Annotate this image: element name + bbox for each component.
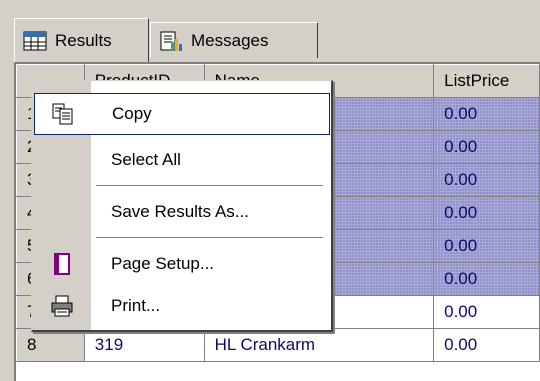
tab-bar: Results Messages [0,0,540,62]
tab-messages[interactable]: Messages [150,22,318,58]
cell-listprice[interactable]: 0.00 [433,97,540,131]
cell-listprice[interactable]: 0.00 [433,130,540,164]
column-header-listprice[interactable]: ListPrice [433,64,540,98]
messages-icon [159,30,183,52]
cell-listprice[interactable]: 0.00 [433,295,540,329]
cell-listprice[interactable]: 0.00 [433,262,540,296]
tab-results-label: Results [55,30,112,50]
menu-item-page-setup[interactable]: Page Setup... [34,243,330,285]
cell-listprice[interactable]: 0.00 [433,229,540,263]
page-setup-icon [34,244,90,284]
menu-separator [96,185,323,187]
results-pane: Results Messages ListPrice 0.00 0.00 0.0… [0,0,540,381]
context-menu: Copy Select All Save Results As... Page … [31,80,333,332]
cell-name[interactable]: HL Crankarm [204,328,435,362]
menu-item-select-all[interactable]: Select All [34,139,330,181]
row-header[interactable]: 8 [16,328,85,362]
tab-results[interactable]: Results [14,18,149,62]
grid-icon [23,30,47,52]
cell-listprice[interactable]: 0.00 [433,328,540,362]
menu-item-copy[interactable]: Copy [34,93,330,135]
cell-listprice[interactable]: 0.00 [433,163,540,197]
menu-item-print[interactable]: Print... [34,285,330,327]
print-icon [34,286,90,326]
menu-item-label: Save Results As... [111,202,249,221]
menu-item-label: Copy [112,104,152,123]
menu-item-label: Page Setup... [111,254,215,273]
menu-item-label: Select All [111,150,181,169]
menu-item-label: Print... [111,296,161,315]
cell-productid[interactable]: 319 [84,328,205,362]
cell-listprice[interactable]: 0.00 [433,196,540,230]
table-row[interactable]: 8 319 HL Crankarm 0.00 [16,328,540,362]
menu-separator [96,237,323,239]
tab-messages-label: Messages [191,30,269,50]
menu-item-save-results-as[interactable]: Save Results As... [34,191,330,233]
copy-icon [35,94,91,134]
